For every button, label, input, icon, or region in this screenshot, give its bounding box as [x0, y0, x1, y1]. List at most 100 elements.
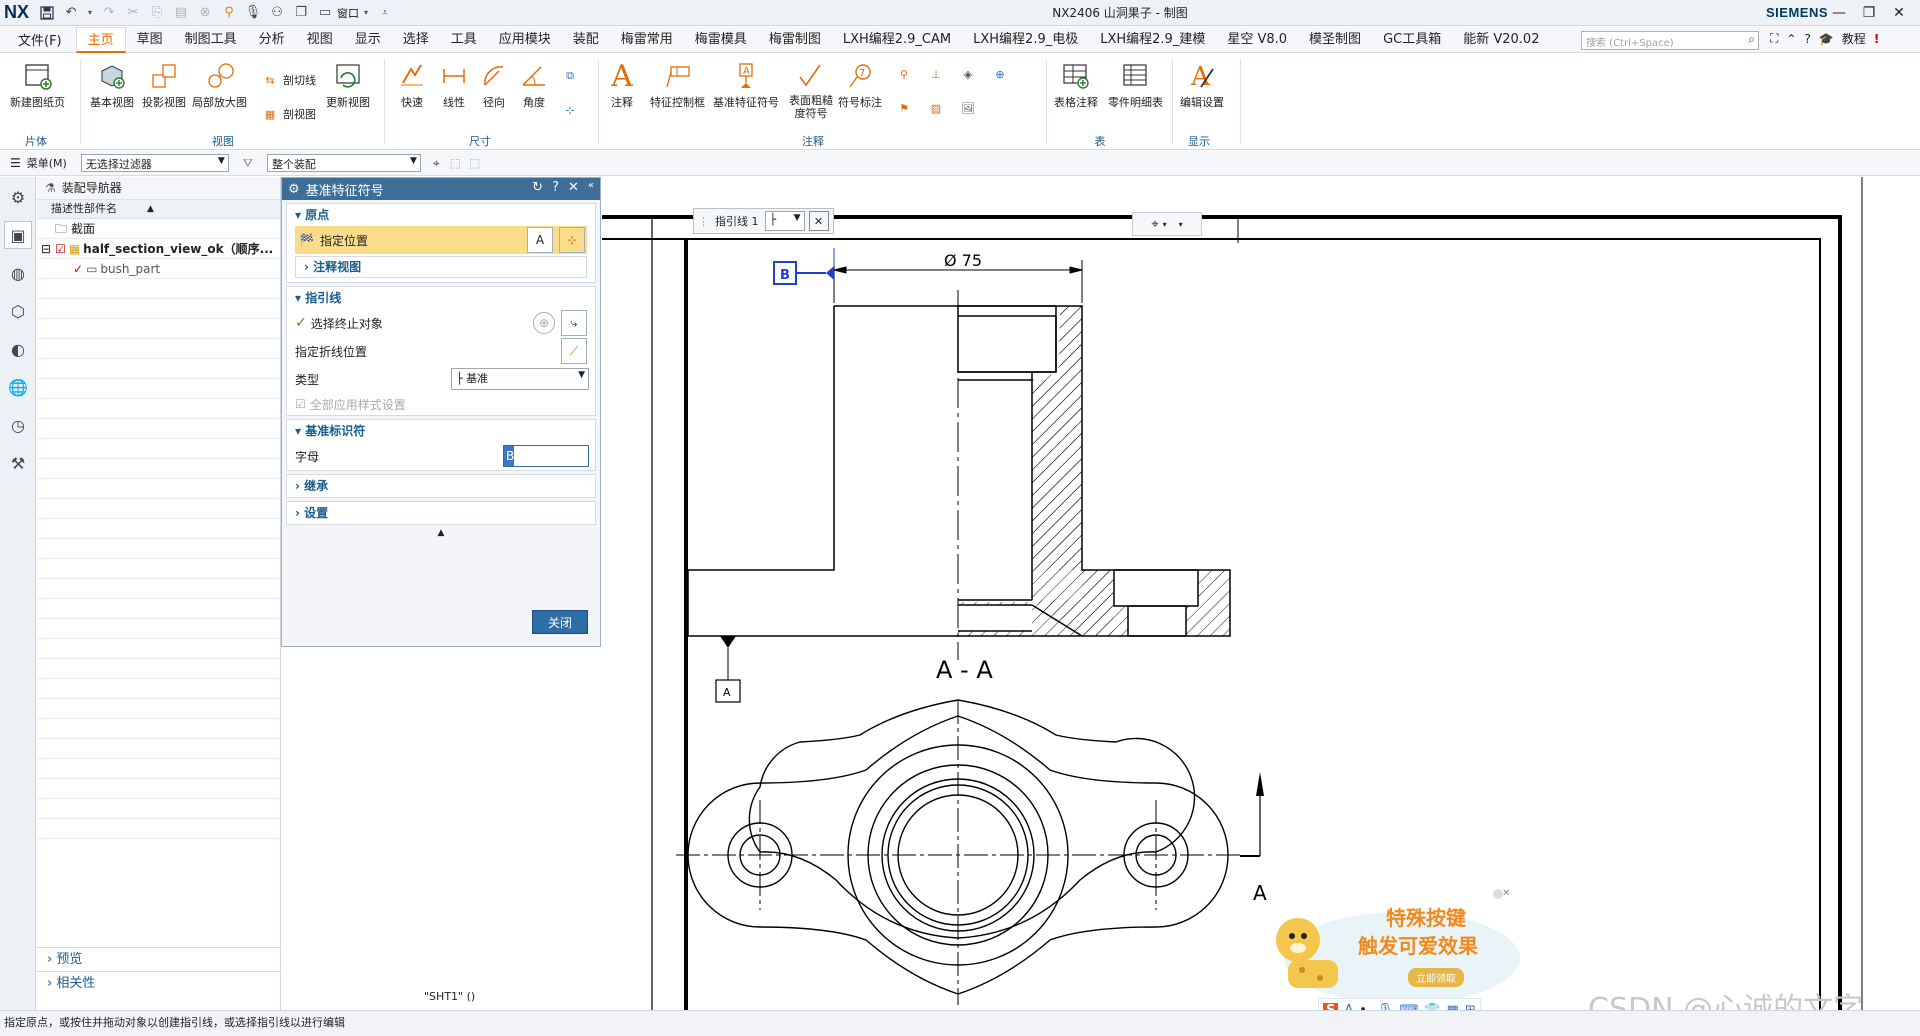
- menu-button[interactable]: 菜单(M): [27, 155, 67, 171]
- navigator-column-header[interactable]: 描述性部件名 ▲: [37, 199, 280, 219]
- selection-filter-dropdown[interactable]: 无选择过滤器 ▼: [80, 154, 229, 172]
- tab-gc-toolkit[interactable]: GC工具箱: [1372, 27, 1452, 53]
- notification-icon[interactable]: !: [1874, 32, 1879, 46]
- tutorial-link[interactable]: 教程: [1842, 30, 1866, 47]
- part-navigator-icon[interactable]: ⬡: [4, 297, 32, 325]
- tab-lxh-modeling[interactable]: LXH编程2.9_建模: [1089, 27, 1216, 53]
- delete-leader-icon[interactable]: ✕: [808, 211, 829, 231]
- tab-meilei-mold[interactable]: 梅雷模具: [684, 27, 758, 53]
- help-icon[interactable]: ?: [1804, 32, 1810, 46]
- filter-funnel-icon[interactable]: ⛛: [243, 156, 253, 171]
- target-point-button[interactable]: ⊕: [990, 64, 1013, 84]
- tab-select[interactable]: 选择: [392, 27, 440, 53]
- redo-icon[interactable]: ↷: [100, 4, 118, 22]
- leader-style-dropdown[interactable]: ├ ▼: [764, 211, 805, 231]
- window-menu[interactable]: 窗口: [337, 5, 359, 21]
- quick-dimension-button[interactable]: 快速: [396, 60, 428, 110]
- chevron-down-icon[interactable]: ▾: [1163, 220, 1167, 229]
- nx-logo[interactable]: NX: [0, 2, 35, 23]
- parts-list-button[interactable]: 零件明细表: [1108, 60, 1163, 110]
- window-icon[interactable]: ▭: [316, 4, 334, 22]
- radial-dimension-button[interactable]: 径向: [478, 60, 510, 110]
- delete-icon[interactable]: ⊗: [196, 4, 214, 22]
- feature-control-frame-button[interactable]: 特征控制框: [650, 60, 705, 110]
- web-browser-icon[interactable]: 🌐: [4, 373, 32, 401]
- preview-section[interactable]: › 预览: [37, 947, 281, 971]
- leader-type-dropdown[interactable]: ├ 基准 ▼: [451, 368, 589, 390]
- customize-qat-icon[interactable]: ⩡: [376, 4, 394, 22]
- select-object-icon[interactable]: ⤷: [561, 310, 587, 336]
- list-item[interactable]: ⊟ ☑ ▦ half_section_view_ok（顺序...: [37, 239, 280, 259]
- dialog-title-bar[interactable]: ⚙ 基准特征符号 ↻ ? ✕ «: [282, 178, 600, 200]
- save-icon[interactable]: [38, 4, 56, 22]
- ordinate-dimension-button[interactable]: ⊹: [560, 100, 583, 120]
- tab-home[interactable]: 主页: [75, 26, 126, 53]
- projected-view-button[interactable]: 投影视图: [142, 60, 186, 110]
- switch-window-icon[interactable]: ❐: [292, 4, 310, 22]
- tutorial-icon[interactable]: 🎓: [1819, 32, 1834, 46]
- letter-input[interactable]: [503, 445, 589, 467]
- tab-lxh-cam[interactable]: LXH编程2.9_CAM: [832, 27, 962, 53]
- list-item[interactable]: 🗀 截面: [37, 219, 280, 239]
- ime-promo-sticker[interactable]: 特殊按键 触发可爱效果 立即领取 ✕: [1262, 888, 1520, 1004]
- inherit-section[interactable]: › 继承: [286, 474, 596, 498]
- collapse-more-icon[interactable]: ▲: [282, 528, 600, 538]
- update-view-button[interactable]: 更新视图: [326, 60, 370, 110]
- dependency-section[interactable]: › 相关性: [37, 971, 281, 995]
- assembly-navigator-icon[interactable]: ▣: [4, 221, 32, 249]
- deselect-icon[interactable]: ⬚: [469, 156, 480, 170]
- selection-scope-dropdown[interactable]: 整个装配 ▼: [266, 154, 421, 172]
- add-leader-icon[interactable]: ⊕: [533, 312, 555, 334]
- dropdown-arrow-icon[interactable]: ▾: [362, 4, 370, 22]
- image-button[interactable]: 🖼: [958, 98, 981, 118]
- tab-meilei-drafting[interactable]: 梅雷制图: [758, 27, 832, 53]
- tab-meilei-common[interactable]: 梅雷常用: [610, 27, 684, 53]
- origin-tool-icon[interactable]: A: [527, 227, 553, 253]
- table-note-button[interactable]: 表格注释: [1054, 60, 1098, 110]
- detail-view-button[interactable]: 局部放大图: [192, 60, 247, 110]
- close-icon[interactable]: ✕: [1884, 2, 1914, 24]
- apply-all-checkbox[interactable]: ☑: [295, 397, 306, 411]
- angular-dimension-button[interactable]: 角度: [518, 60, 550, 110]
- diameter-dimension[interactable]: Ø 75: [944, 251, 982, 270]
- reuse-library-icon[interactable]: ◐: [4, 335, 32, 363]
- section-view-button[interactable]: ▦ 剖视图: [260, 104, 316, 124]
- microphone-icon[interactable]: 🎙: [244, 4, 262, 22]
- command-search-input[interactable]: 搜索 (Ctrl+Space) ⌕: [1581, 31, 1759, 50]
- help-icon[interactable]: ?: [552, 180, 559, 195]
- close-button[interactable]: 关闭: [532, 610, 588, 634]
- copy-icon[interactable]: ⎘: [148, 4, 166, 22]
- specify-jog-row[interactable]: 指定折线位置 ⟋: [287, 337, 595, 365]
- more-icon[interactable]: ▾: [1179, 220, 1183, 229]
- tab-display[interactable]: 显示: [344, 27, 392, 53]
- collapse-ribbon-icon[interactable]: ⌃: [1786, 32, 1796, 46]
- note-button[interactable]: A 注释: [606, 59, 638, 110]
- edit-settings-button[interactable]: A 编辑设置: [1180, 60, 1224, 110]
- undo-icon[interactable]: ↶: [62, 4, 80, 22]
- origin-section-header[interactable]: ▾ 原点: [287, 204, 595, 226]
- chain-dimension-button[interactable]: ⧉: [560, 66, 583, 86]
- close-icon[interactable]: ✕: [1502, 888, 1510, 899]
- new-sheet-button[interactable]: 新建图纸页: [10, 60, 65, 110]
- constraint-navigator-icon[interactable]: ◍: [4, 259, 32, 287]
- datum-feature-symbol-button[interactable]: A 基准特征符号: [713, 60, 779, 110]
- restore-icon[interactable]: ❐: [1854, 2, 1884, 24]
- touch-mode-icon[interactable]: ⚇: [268, 4, 286, 22]
- tab-drafting-tools[interactable]: 制图工具: [174, 27, 248, 53]
- point-constructor-icon[interactable]: ⊹: [559, 227, 585, 253]
- datum-identifier-header[interactable]: ▾ 基准标识符: [287, 420, 595, 442]
- annotation-view-subsection[interactable]: › 注释视图: [295, 256, 587, 278]
- history-clock-icon[interactable]: ◷: [4, 411, 32, 439]
- symbol-note-button[interactable]: 7 符号标注: [838, 60, 882, 110]
- zoom-annotation-button[interactable]: ⚲: [894, 64, 917, 84]
- roles-tools-icon[interactable]: ⚒: [4, 449, 32, 477]
- base-view-button[interactable]: 基本视图: [90, 60, 134, 110]
- surface-finish-button[interactable]: 表面粗糙度符号: [787, 60, 835, 120]
- tab-view[interactable]: 视图: [296, 27, 344, 53]
- fill-area-button[interactable]: ◈: [958, 64, 981, 84]
- specify-location-row[interactable]: 🏁 指定位置 A ⊹: [295, 226, 587, 254]
- cut-icon[interactable]: ✂: [124, 4, 142, 22]
- file-menu[interactable]: 文件(F): [0, 30, 76, 49]
- tab-lxh-electrode[interactable]: LXH编程2.9_电极: [962, 27, 1089, 53]
- dropdown-arrow-icon[interactable]: ▾: [86, 4, 94, 22]
